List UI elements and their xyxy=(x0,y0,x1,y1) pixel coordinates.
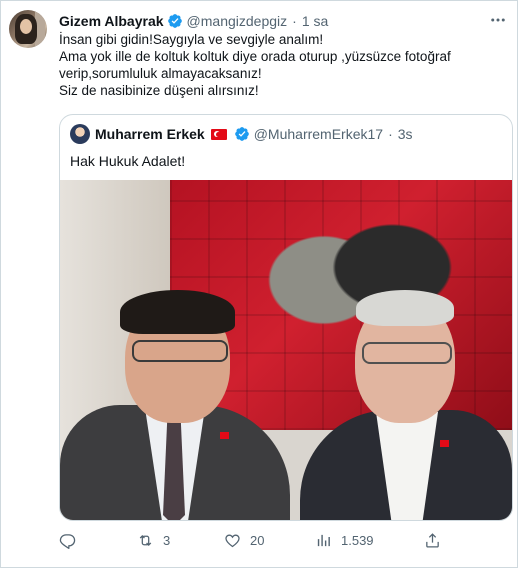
view-count: 1.539 xyxy=(341,532,374,548)
quoted-tweet[interactable]: Muharrem Erkek @MuharremErkek17 · 3s Hak… xyxy=(59,114,513,521)
tweet-text-line: Siz de nasibinize düşeni alırsınız! xyxy=(59,83,259,98)
photo-person-left xyxy=(60,290,290,520)
like-icon xyxy=(225,534,240,547)
quoted-text: Hak Hukuk Adalet! xyxy=(70,153,186,169)
reply-icon xyxy=(59,533,76,549)
separator-dot: · xyxy=(388,126,393,142)
tweet-text-line: verip,sorumluluk almayacaksanız! xyxy=(59,66,262,81)
share-icon xyxy=(426,532,439,548)
flag-pin xyxy=(220,432,229,439)
hair xyxy=(120,290,235,334)
glasses xyxy=(132,340,228,362)
quoted-time: 3s xyxy=(397,126,413,142)
retweet-button[interactable]: 3 xyxy=(137,532,170,549)
more-icon[interactable] xyxy=(489,11,507,29)
reply-button[interactable] xyxy=(59,532,85,549)
tweet-header: Gizem Albayrak @mangizdepgiz · 1 sa xyxy=(59,11,328,31)
author-avatar[interactable] xyxy=(9,10,47,48)
quoted-header: Muharrem Erkek @MuharremErkek17 · 3s xyxy=(70,124,413,144)
verified-badge-icon xyxy=(167,14,182,28)
action-bar: 3 20 1.539 xyxy=(59,529,499,551)
turkish-flag-icon xyxy=(210,128,227,140)
tweet-text: İnsan gibi gidin!Saygıyla ve sevgiyle an… xyxy=(59,31,499,99)
author-name[interactable]: Gizem Albayrak xyxy=(59,13,164,29)
avatar-face xyxy=(20,19,32,34)
quoted-avatar xyxy=(70,124,90,144)
quoted-handle: @MuharremErkek17 xyxy=(253,126,384,142)
hair xyxy=(356,290,454,326)
photo-person-right xyxy=(300,280,512,520)
glasses xyxy=(362,342,452,364)
like-count: 20 xyxy=(250,532,265,548)
flag-pin xyxy=(440,440,449,447)
tweet-text-line: İnsan gibi gidin!Saygıyla ve sevgiyle an… xyxy=(59,32,324,47)
retweet-icon xyxy=(139,534,152,546)
retweet-count: 3 xyxy=(163,532,171,548)
tweet-time[interactable]: 1 sa xyxy=(302,13,328,29)
separator-dot: · xyxy=(292,13,297,29)
quoted-photo[interactable] xyxy=(60,180,512,520)
tweet-text-line: Ama yok ille de koltuk koltuk diye orada… xyxy=(59,49,451,64)
views-icon xyxy=(317,534,330,546)
views-button[interactable]: 1.539 xyxy=(315,532,374,549)
quoted-author-name: Muharrem Erkek xyxy=(95,126,205,142)
tweet-card[interactable]: Gizem Albayrak @mangizdepgiz · 1 sa İnsa… xyxy=(0,0,518,568)
verified-badge-icon xyxy=(234,127,249,141)
like-button[interactable]: 20 xyxy=(224,532,264,549)
share-button[interactable] xyxy=(424,532,450,549)
author-handle[interactable]: @mangizdepgiz xyxy=(187,13,288,29)
